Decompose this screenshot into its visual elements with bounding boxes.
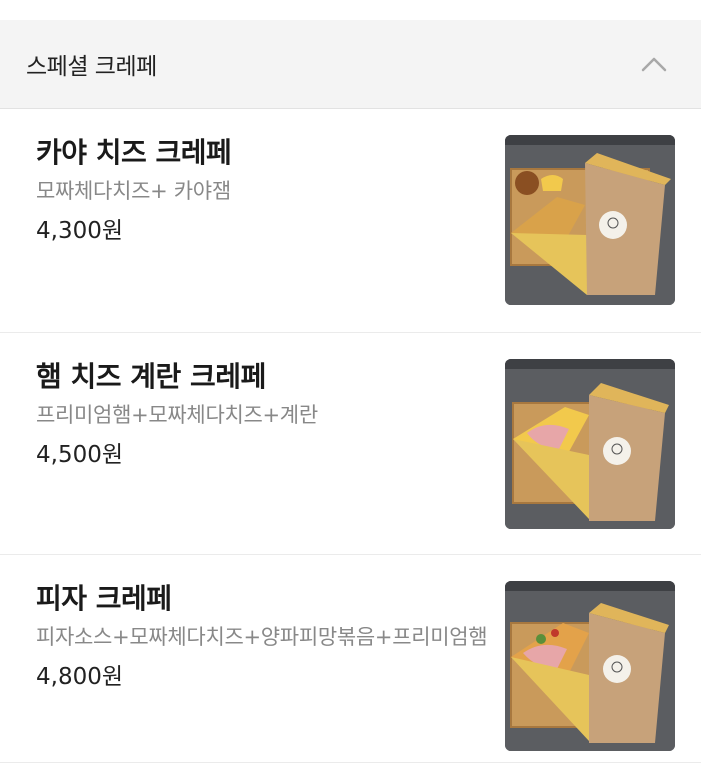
section-title: 스페셜 크레페 <box>26 54 157 80</box>
menu-list: 카야 치즈 크레페 모짜체다치즈+ 카야잼 4,300원 햄 치즈 계란 크레페… <box>0 109 701 763</box>
item-name: 카야 치즈 크레페 <box>36 136 232 169</box>
menu-item-kaya-cheese-crepe[interactable]: 카야 치즈 크레페 모짜체다치즈+ 카야잼 4,300원 <box>0 109 701 333</box>
item-description: 프리미엄햄+모짜체다치즈+계란 <box>36 403 318 427</box>
menu-item-pizza-crepe[interactable]: 피자 크레페 피자소스+모짜체다치즈+양파피망볶음+프리미엄햄 4,800원 <box>0 555 701 763</box>
menu-item-ham-cheese-egg-crepe[interactable]: 햄 치즈 계란 크레페 프리미엄햄+모짜체다치즈+계란 4,500원 <box>0 333 701 555</box>
item-info: 햄 치즈 계란 크레페 프리미엄햄+모짜체다치즈+계란 4,500원 <box>36 359 491 471</box>
item-price: 4,800원 <box>36 664 124 690</box>
item-description: 모짜체다치즈+ 카야잼 <box>36 179 231 203</box>
chevron-up-icon[interactable] <box>641 56 667 72</box>
item-description: 피자소스+모짜체다치즈+양파피망볶음+프리미엄햄 <box>36 625 488 649</box>
item-price: 4,300원 <box>36 218 124 244</box>
kaya-cheese-crepe-photo[interactable] <box>505 135 675 305</box>
pizza-crepe-photo[interactable] <box>505 581 675 751</box>
item-info: 카야 치즈 크레페 모짜체다치즈+ 카야잼 4,300원 <box>36 135 491 247</box>
ham-cheese-egg-crepe-photo[interactable] <box>505 359 675 529</box>
item-info: 피자 크레페 피자소스+모짜체다치즈+양파피망볶음+프리미엄햄 4,800원 <box>36 581 491 693</box>
section-header-special-crepe[interactable]: 스페셜 크레페 <box>0 20 701 109</box>
item-name: 피자 크레페 <box>36 582 172 615</box>
item-name: 햄 치즈 계란 크레페 <box>36 360 266 393</box>
top-spacer <box>0 0 701 20</box>
item-price: 4,500원 <box>36 442 124 468</box>
